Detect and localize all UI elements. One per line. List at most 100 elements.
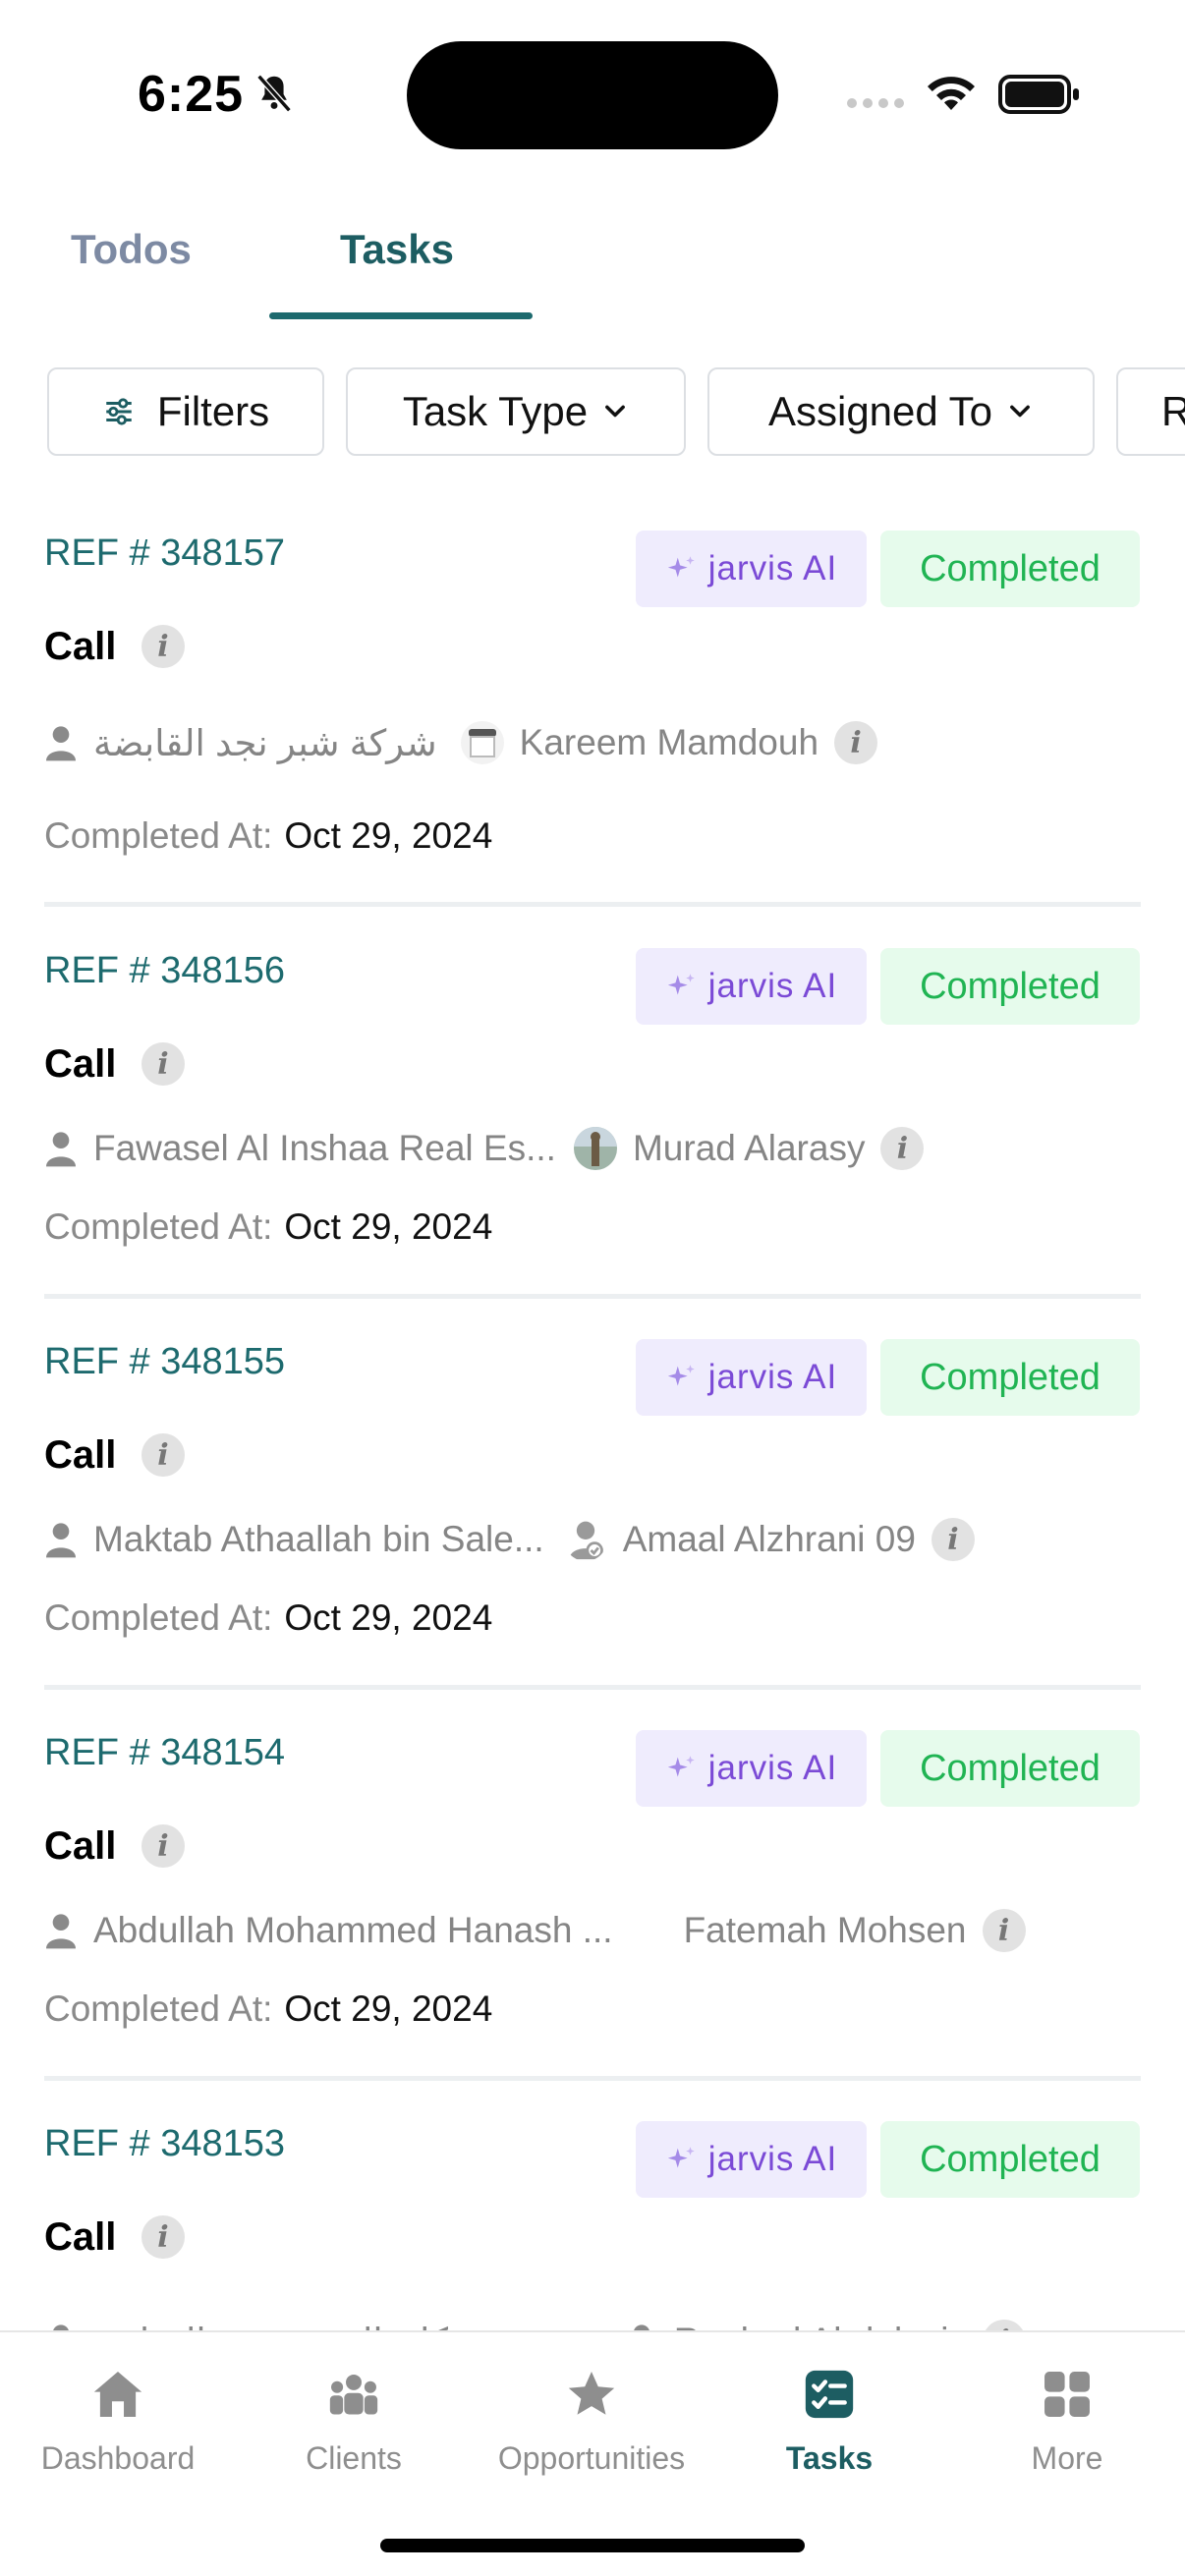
more-filter-label: R bbox=[1161, 388, 1185, 434]
assignee-name: Fatemah Mohsen bbox=[683, 1910, 967, 1950]
status-bar: 6:25 bbox=[0, 0, 1185, 187]
nav-clients[interactable]: Clients bbox=[236, 2366, 472, 2477]
task-people-row: Abdullah Mohammed Hanash ... Fatemah Moh… bbox=[44, 1903, 1026, 1958]
filters-button[interactable]: Filters bbox=[47, 367, 324, 456]
assignee-name: Kareem Mamdouh bbox=[519, 722, 819, 762]
jarvis-ai-label: jarvis AI bbox=[707, 549, 838, 588]
task-card[interactable]: REF # 348156 jarvis AI Completed Call i … bbox=[0, 919, 1185, 1310]
task-ref: REF # 348155 bbox=[44, 1341, 286, 1382]
info-icon[interactable]: i bbox=[982, 1909, 1026, 1952]
info-icon[interactable]: i bbox=[834, 721, 878, 764]
task-ref: REF # 348154 bbox=[44, 1732, 286, 1773]
jarvis-ai-label: jarvis AI bbox=[707, 2140, 838, 2178]
client-name: Fawasel Al Inshaa Real Es... bbox=[93, 1128, 556, 1168]
completed-at-date: Oct 29, 2024 bbox=[284, 1597, 493, 1638]
task-title: Call bbox=[44, 2215, 117, 2259]
status-badge: Completed bbox=[880, 948, 1140, 1025]
completed-at-row: Completed At: Oct 29, 2024 bbox=[44, 1988, 492, 2030]
person-icon bbox=[46, 1132, 76, 1167]
jarvis-ai-button[interactable]: jarvis AI bbox=[636, 531, 867, 607]
nav-label: Clients bbox=[306, 2440, 402, 2476]
filters-label: Filters bbox=[156, 388, 270, 434]
nav-label: Tasks bbox=[785, 2440, 874, 2476]
task-card[interactable]: REF # 348157 jarvis AI Completed Call i … bbox=[0, 501, 1185, 907]
client-name: Abdullah Mohammed Hanash ... bbox=[93, 1910, 613, 1950]
sparkle-icon bbox=[667, 974, 695, 995]
assignee-avatar bbox=[460, 721, 504, 764]
chevron-down-icon bbox=[1010, 405, 1030, 418]
task-card[interactable]: REF # 348153 jarvis AI Completed Call i … bbox=[0, 2092, 1185, 2330]
home-indicator bbox=[380, 2539, 805, 2552]
sparkle-icon bbox=[667, 2147, 695, 2168]
info-icon[interactable]: i bbox=[880, 1127, 925, 1170]
task-people-row: مؤسسة مكان المستشفى التجاري Raghad Abdul… bbox=[44, 2314, 1026, 2330]
task-type-dropdown[interactable]: Task Type bbox=[346, 367, 686, 456]
info-icon[interactable]: i bbox=[141, 1042, 185, 1086]
client-name: Maktab Athaallah bin Sale... bbox=[93, 1519, 544, 1559]
completed-at-label: Completed At: bbox=[44, 1597, 273, 1638]
nav-dashboard[interactable]: Dashboard bbox=[0, 2366, 236, 2477]
card-divider bbox=[44, 1685, 1141, 1690]
cellular-signal-icon bbox=[847, 98, 904, 108]
completed-at-row: Completed At: Oct 29, 2024 bbox=[44, 1597, 492, 1639]
person-icon bbox=[46, 726, 76, 761]
info-icon[interactable]: i bbox=[141, 1433, 185, 1477]
jarvis-ai-label: jarvis AI bbox=[707, 1358, 838, 1396]
tab-todos[interactable]: Todos bbox=[71, 226, 192, 273]
nav-label: Opportunities bbox=[497, 2440, 686, 2476]
task-title: Call bbox=[44, 1042, 117, 1086]
task-ref: REF # 348153 bbox=[44, 2123, 286, 2164]
checklist-icon bbox=[805, 2370, 854, 2419]
status-badge: Completed bbox=[880, 531, 1140, 607]
completed-at-label: Completed At: bbox=[44, 815, 273, 856]
task-card[interactable]: REF # 348154 jarvis AI Completed Call i … bbox=[0, 1701, 1185, 2092]
task-title: Call bbox=[44, 1824, 117, 1868]
assignee-avatar bbox=[573, 1127, 617, 1170]
active-tab-indicator bbox=[269, 312, 533, 319]
jarvis-ai-label: jarvis AI bbox=[707, 967, 838, 1005]
task-ref: REF # 348156 bbox=[44, 950, 286, 991]
tab-tasks[interactable]: Tasks bbox=[340, 226, 454, 273]
jarvis-ai-button[interactable]: jarvis AI bbox=[636, 1339, 867, 1416]
completed-at-date: Oct 29, 2024 bbox=[284, 1988, 493, 2029]
info-icon[interactable]: i bbox=[141, 1824, 185, 1868]
battery-icon bbox=[998, 75, 1079, 114]
assigned-to-dropdown[interactable]: Assigned To bbox=[707, 367, 1095, 456]
people-icon bbox=[329, 2374, 378, 2415]
dynamic-island bbox=[407, 41, 778, 149]
completed-at-label: Completed At: bbox=[44, 1206, 273, 1247]
completed-at-date: Oct 29, 2024 bbox=[284, 815, 493, 856]
jarvis-ai-button[interactable]: jarvis AI bbox=[636, 1730, 867, 1807]
chevron-down-icon bbox=[605, 405, 626, 418]
task-type-label: Task Type bbox=[402, 388, 589, 434]
info-icon[interactable]: i bbox=[931, 1518, 975, 1561]
filter-bar: Filters Task Type Assigned To R bbox=[0, 367, 1185, 458]
task-ref: REF # 348157 bbox=[44, 532, 286, 574]
more-filter-chip[interactable]: R bbox=[1116, 367, 1185, 456]
card-divider bbox=[44, 902, 1141, 907]
nav-label: Dashboard bbox=[40, 2440, 196, 2476]
info-icon[interactable]: i bbox=[141, 625, 185, 668]
assigned-to-label: Assigned To bbox=[767, 388, 993, 434]
nav-tasks[interactable]: Tasks bbox=[711, 2366, 947, 2477]
jarvis-ai-label: jarvis AI bbox=[707, 1749, 838, 1787]
nav-label: More bbox=[1031, 2440, 1103, 2476]
status-badge: Completed bbox=[880, 2121, 1140, 2198]
info-icon[interactable]: i bbox=[982, 2320, 1026, 2330]
completed-at-row: Completed At: Oct 29, 2024 bbox=[44, 815, 492, 857]
task-card[interactable]: REF # 348155 jarvis AI Completed Call i … bbox=[0, 1310, 1185, 1701]
task-title: Call bbox=[44, 625, 117, 668]
nav-more[interactable]: More bbox=[949, 2366, 1185, 2477]
completed-at-date: Oct 29, 2024 bbox=[284, 1206, 493, 1247]
bell-muted-icon bbox=[256, 74, 292, 113]
completed-at-label: Completed At: bbox=[44, 1988, 273, 2029]
status-badge: Completed bbox=[880, 1730, 1140, 1807]
person-icon bbox=[46, 1914, 76, 1949]
home-icon bbox=[93, 2372, 142, 2417]
jarvis-ai-button[interactable]: jarvis AI bbox=[636, 948, 867, 1025]
jarvis-ai-button[interactable]: jarvis AI bbox=[636, 2121, 867, 2198]
card-divider bbox=[44, 1294, 1141, 1299]
nav-opportunities[interactable]: Opportunities bbox=[474, 2366, 709, 2477]
info-icon[interactable]: i bbox=[141, 2215, 185, 2259]
star-icon bbox=[568, 2372, 615, 2415]
